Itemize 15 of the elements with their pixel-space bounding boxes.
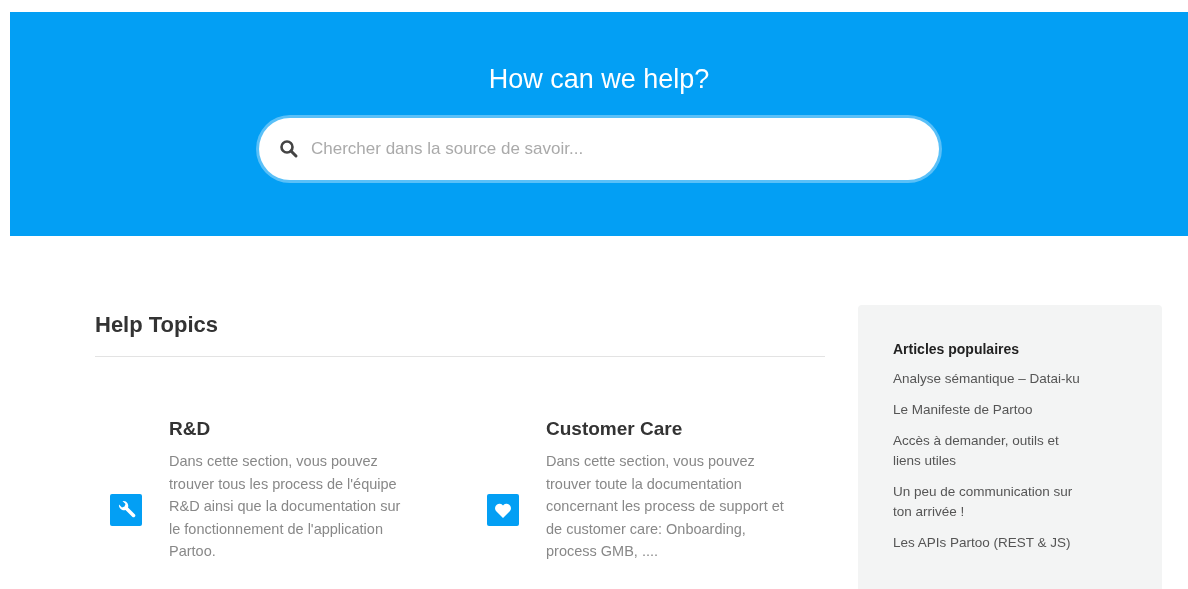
topic-title[interactable]: Customer Care — [546, 417, 786, 441]
sidebar-heading: Articles populaires — [893, 340, 1021, 359]
article-link[interactable]: Accès à demander, outils et liens utiles — [893, 431, 1088, 471]
article-link[interactable]: Analyse sémantique – Datai-ku — [893, 369, 1088, 389]
section-heading: Help Topics — [95, 311, 220, 339]
search-icon — [279, 139, 299, 159]
topic-description: Dans cette section, vous pouvez trouver tous les process de l'équipe R&D ainsi que la documentation sur le fonctionnement de l'application Partoo. — [169, 452, 402, 561]
hero-title: How can we help? — [488, 63, 710, 96]
article-link[interactable]: Les APIs Partoo (REST & JS) — [893, 533, 1088, 553]
article-link[interactable]: Le Manifeste de Partoo — [893, 400, 1088, 420]
search-field[interactable]: Chercher dans la source de savoir... — [259, 118, 939, 180]
article-link[interactable]: Un peu de communication sur ton arrivée ! — [893, 482, 1088, 522]
topic-description: Dans cette section, vous pouvez trouver toute la documentation concernant les process de support et de customer care: Onboarding, process GMB, .... — [546, 452, 785, 561]
topic-title[interactable]: R&D — [169, 417, 414, 441]
wrench-icon — [110, 493, 142, 526]
